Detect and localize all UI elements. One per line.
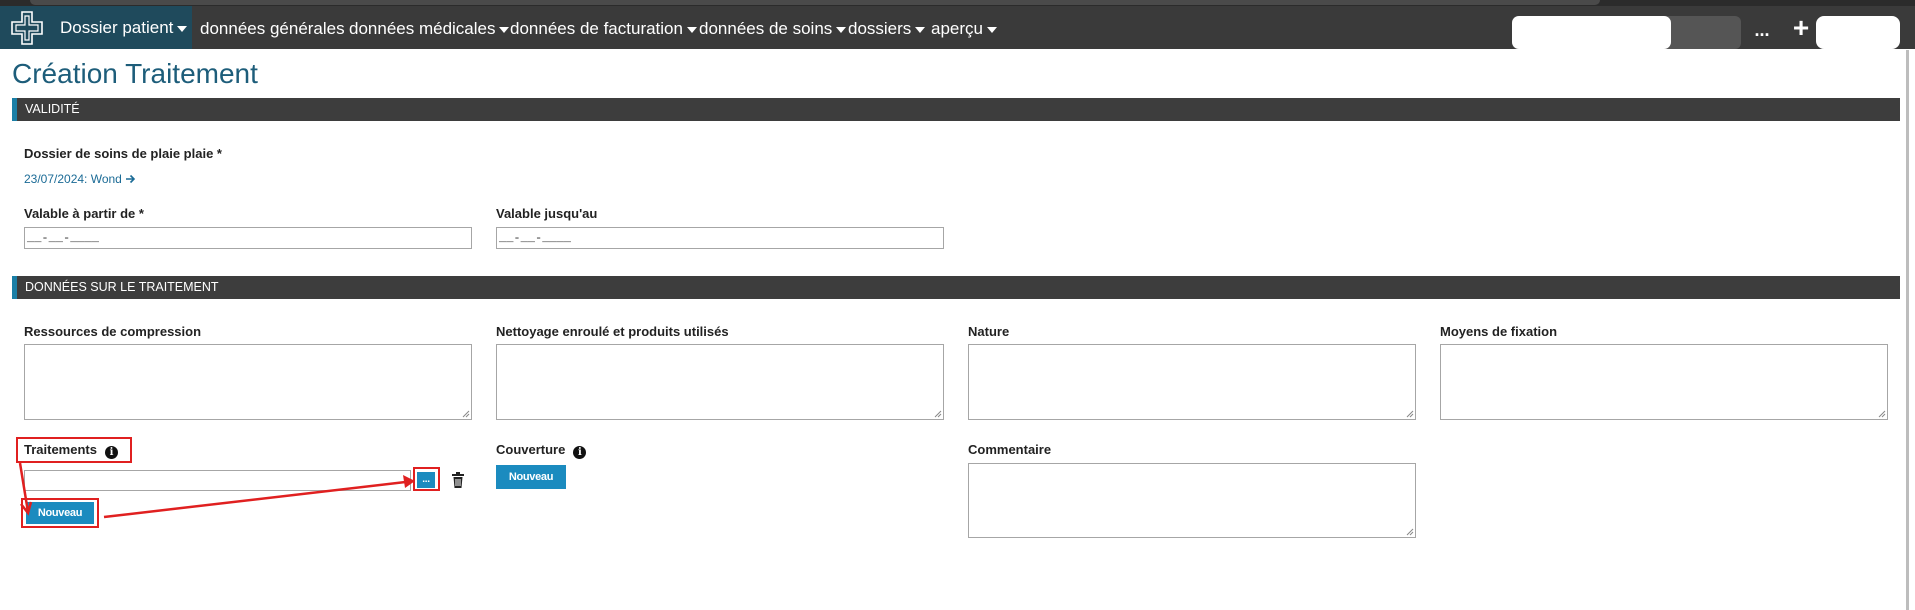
resize-grip-icon [1878, 410, 1886, 418]
chevron-down-icon [986, 26, 997, 33]
fixation-means-label: Moyens de fixation [1440, 324, 1558, 339]
more-menu-button[interactable]: ... [1748, 16, 1776, 46]
nature-textarea[interactable] [968, 344, 1416, 420]
annotation-highlight-treatments-label [16, 437, 132, 463]
chevron-down-icon [915, 26, 926, 33]
annotation-arrows [18, 462, 415, 519]
valid-until-label: Valable jusqu'au [496, 206, 598, 221]
care-record-link[interactable]: 23/07/2024: Wond [24, 172, 136, 186]
coverage-new-button[interactable]: Nouveau [496, 465, 566, 489]
care-record-label: Dossier de soins de plaie plaie * [24, 146, 222, 161]
patient-record-menu[interactable]: Dossier patient [0, 6, 192, 49]
compression-resources-textarea[interactable] [24, 344, 472, 420]
scrollbar-edge [1906, 50, 1909, 610]
nav-item-general-data[interactable]: données générales [200, 19, 345, 39]
nav-item-medical-data[interactable]: données médicales [349, 19, 510, 39]
section-header-validity: VALIDITÉ [12, 98, 1900, 121]
chevron-down-icon [177, 25, 188, 32]
logo-icon [11, 11, 43, 45]
resize-grip-icon [462, 410, 470, 418]
section-title: DONNÉES SUR LE TRAITEMENT [25, 280, 219, 294]
valid-from-input[interactable]: __-__-____ [24, 227, 472, 249]
cleaning-products-textarea[interactable] [496, 344, 944, 420]
annotation-highlight-new-button [21, 498, 99, 528]
resize-grip-icon [1406, 528, 1414, 536]
arrow-right-icon [126, 174, 136, 184]
search-box [1512, 16, 1741, 49]
comment-textarea[interactable] [968, 463, 1416, 538]
valid-from-label: Valable à partir de * [24, 206, 144, 221]
user-menu[interactable] [1816, 16, 1900, 49]
compression-resources-label: Ressources de compression [24, 324, 202, 339]
nature-label: Nature [968, 324, 1010, 339]
resize-grip-icon [934, 410, 942, 418]
fixation-means-textarea[interactable] [1440, 344, 1888, 420]
comment-label: Commentaire [968, 442, 1052, 457]
treatments-input[interactable] [24, 470, 411, 491]
nav-item-records[interactable]: dossiers [848, 19, 926, 39]
trash-icon[interactable] [451, 472, 465, 489]
info-icon[interactable]: i [573, 446, 587, 459]
resize-grip-icon [1406, 410, 1414, 418]
chevron-down-icon [836, 26, 847, 33]
nav-item-care-data[interactable]: données de soins [699, 19, 847, 39]
chevron-down-icon [686, 26, 697, 33]
add-button[interactable]: + [1790, 13, 1812, 45]
browser-tab-strip [30, 0, 1600, 5]
patient-record-label: Dossier patient [60, 18, 188, 38]
chevron-down-icon [499, 26, 510, 33]
navbar: Dossier patient données générales donnée… [0, 6, 1915, 49]
valid-until-input[interactable]: __-__-____ [496, 227, 944, 249]
annotation-highlight-browse-button [413, 467, 440, 491]
section-title: VALIDITÉ [25, 102, 80, 116]
coverage-label: Couverture i [496, 442, 587, 459]
cleaning-products-label: Nettoyage enroulé et produits utilisés [496, 324, 729, 339]
section-header-treatment-data: DONNÉES SUR LE TRAITEMENT [12, 276, 1900, 299]
page-title: Création Traitement [12, 58, 258, 89]
nav-item-overview[interactable]: aperçu [931, 19, 997, 39]
search-input[interactable] [1512, 16, 1671, 49]
nav-item-billing-data[interactable]: données de facturation [510, 19, 697, 39]
